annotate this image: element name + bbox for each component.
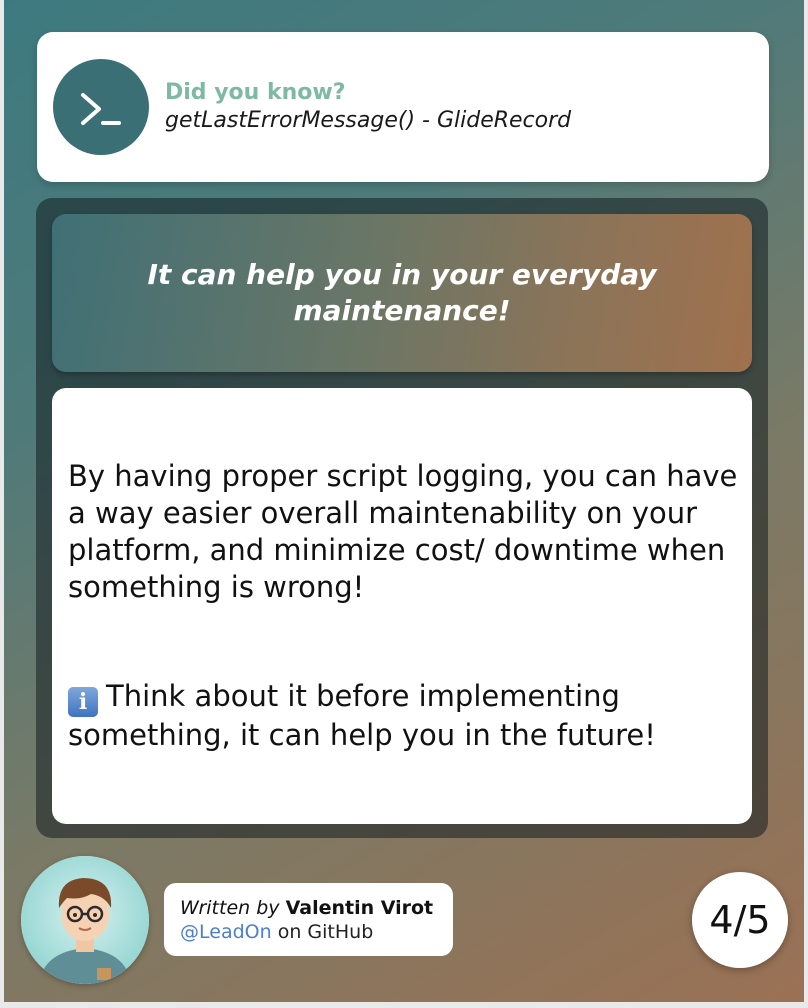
content-panel: It can help you in your everyday mainten… xyxy=(36,198,768,838)
author-name: Valentin Virot xyxy=(285,897,434,919)
written-by-label: Written by xyxy=(180,897,280,919)
post-card: Did you know? getLastErrorMessage() - Gl… xyxy=(4,0,804,1002)
paragraph-tip: i Think about it before implementing some… xyxy=(68,678,738,754)
function-name: getLastErrorMessage() - GlideRecord xyxy=(165,108,572,133)
info-icon: i xyxy=(68,687,98,717)
header-card: Did you know? getLastErrorMessage() - Gl… xyxy=(37,32,769,182)
highlight-banner: It can help you in your everyday mainten… xyxy=(52,214,752,372)
page-counter: 4/5 xyxy=(692,872,788,968)
banner-text: It can help you in your everyday mainten… xyxy=(147,258,657,327)
author-card: Written by Valentin Virot @LeadOn on Git… xyxy=(164,883,453,956)
body-card: By having proper script logging, you can… xyxy=(52,388,752,824)
author-line: Written by Valentin Virot xyxy=(180,897,433,919)
terminal-icon xyxy=(53,59,149,155)
tip-text: Think about it before implementing somet… xyxy=(68,679,656,752)
paragraph-logging: By having proper script logging, you can… xyxy=(68,459,738,604)
github-line: @LeadOn on GitHub xyxy=(180,921,373,943)
did-you-know-label: Did you know? xyxy=(165,80,346,105)
avatar xyxy=(21,856,149,984)
github-handle-link[interactable]: @LeadOn xyxy=(180,921,272,943)
github-platform-label: on GitHub xyxy=(277,921,374,943)
